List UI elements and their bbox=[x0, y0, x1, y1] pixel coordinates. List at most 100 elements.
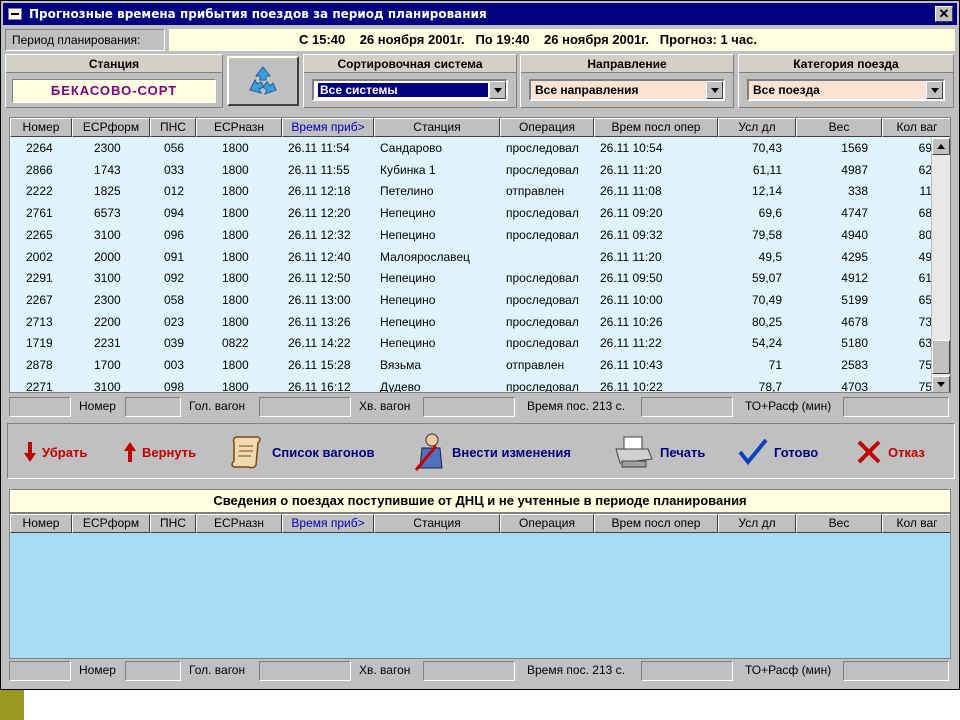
table-row[interactable]: 2761 6573 094 1800 26.11 12:20 Непецино просле… bbox=[10, 203, 932, 225]
cell-esr-dest: 0822 bbox=[222, 336, 249, 351]
cell-cond-length: 69,6 bbox=[758, 206, 782, 221]
chevron-down-icon[interactable] bbox=[926, 81, 943, 99]
wagon-list-button[interactable]: Список вагонов bbox=[228, 424, 375, 480]
table-row[interactable]: 2713 2200 023 1800 26.11 13:26 Непецино просле… bbox=[10, 312, 932, 334]
main-window: Прогнозные времена прибытия поездов за п… bbox=[0, 0, 960, 690]
trains-header-col-number[interactable]: Номер bbox=[10, 118, 72, 137]
cell-operation: проследовал bbox=[506, 314, 579, 329]
status-to-rasf-box bbox=[843, 661, 949, 681]
refresh-button[interactable] bbox=[227, 56, 299, 106]
dnc-header-col-number[interactable]: Номер bbox=[10, 514, 72, 533]
sort-system-select[interactable]: Все системы bbox=[312, 79, 508, 101]
cell-arrival-time: 26.11 12:40 bbox=[288, 249, 351, 264]
dnc-header-col-arrival-time[interactable]: Время приб> bbox=[282, 514, 374, 533]
table-row[interactable]: 2265 3100 096 1800 26.11 12:32 Непецино просле… bbox=[10, 225, 932, 247]
cell-wagon-count: 75 bbox=[918, 358, 932, 372]
cell-station: Вязьма bbox=[380, 358, 422, 372]
table-row[interactable]: 2866 1743 033 1800 26.11 11:55 Кубинка 1 просл… bbox=[10, 160, 932, 182]
trains-header-col-wagon-count[interactable]: Кол ваг bbox=[882, 118, 950, 137]
dnc-header-col-esr-form[interactable]: ЕСРформ bbox=[72, 514, 150, 533]
print-label: Печать bbox=[660, 444, 706, 460]
cell-esr-dest: 1800 bbox=[222, 184, 249, 199]
done-button[interactable]: Готово bbox=[738, 424, 818, 480]
table-row[interactable]: 2291 3100 092 1800 26.11 12:50 Непецино просле… bbox=[10, 268, 932, 290]
apply-changes-label: Внести изменения bbox=[452, 444, 571, 460]
dnc-header-col-last-op-time[interactable]: Врем посл опер bbox=[594, 514, 718, 533]
table-row[interactable]: 2002 2000 091 1800 26.11 12:40 Малоярославец 2… bbox=[10, 247, 932, 269]
cell-arrival-time: 26.11 12:32 bbox=[288, 227, 351, 242]
dnc-header-col-operation[interactable]: Операция bbox=[500, 514, 594, 533]
table-row[interactable]: 2264 2300 056 1800 26.11 11:54 Сандарово просл… bbox=[10, 138, 932, 160]
remove-button[interactable]: Убрать bbox=[24, 424, 87, 480]
status-tail-wagon-box bbox=[423, 397, 515, 417]
dnc-header-col-esr-dest[interactable]: ЕСРназн bbox=[196, 514, 282, 533]
trains-header-col-esr-dest[interactable]: ЕСРназн bbox=[196, 118, 282, 137]
close-button[interactable]: ✕ bbox=[935, 6, 953, 22]
trains-header-col-operation[interactable]: Операция bbox=[500, 118, 594, 137]
scroll-down-icon[interactable] bbox=[932, 376, 950, 392]
dnc-header-col-cond-length[interactable]: Усл дл bbox=[718, 514, 796, 533]
cell-esr-form: 1743 bbox=[94, 162, 121, 177]
title-bar[interactable]: Прогнозные времена прибытия поездов за п… bbox=[3, 3, 957, 25]
apply-changes-button[interactable]: Внести изменения bbox=[412, 424, 571, 480]
trains-header-col-arrival-time[interactable]: Время приб> bbox=[282, 118, 374, 137]
system-menu-icon[interactable] bbox=[8, 8, 22, 20]
cell-esr-form: 1825 bbox=[94, 184, 121, 199]
dnc-trains-grid[interactable]: Номер ЕСРформ ПНС ЕСРназн Время приб> Станция… bbox=[9, 513, 951, 659]
cell-number: 2271 bbox=[26, 379, 53, 393]
trains-grid[interactable]: Номер ЕСРформ ПНС ЕСРназн Время приб> Станция… bbox=[9, 117, 951, 393]
direction-select[interactable]: Все направления bbox=[529, 79, 725, 101]
status-number-box bbox=[125, 661, 181, 681]
table-row[interactable]: 2267 2300 058 1800 26.11 13:00 Непецино просле… bbox=[10, 290, 932, 312]
dnc-header-col-station[interactable]: Станция bbox=[374, 514, 500, 533]
trains-header-col-cond-length[interactable]: Усл дл bbox=[718, 118, 796, 137]
cell-station: Малоярославец bbox=[380, 249, 470, 264]
cell-operation: проследовал bbox=[506, 162, 579, 177]
restore-button[interactable]: Вернуть bbox=[124, 424, 196, 480]
scroll-up-icon[interactable] bbox=[932, 138, 950, 155]
cell-last-op-time: 26.11 09:32 bbox=[600, 227, 663, 242]
vertical-scrollbar[interactable] bbox=[931, 138, 950, 392]
cell-last-op-time: 26.11 10:26 bbox=[600, 314, 663, 329]
cell-station: Непецино bbox=[380, 206, 436, 221]
cell-cond-length: 78,7 bbox=[758, 379, 782, 393]
cell-pns: 012 bbox=[164, 184, 185, 199]
sort-system-value: Все системы bbox=[318, 83, 488, 97]
status-number-label: Номер bbox=[79, 663, 116, 677]
print-button[interactable]: Печать bbox=[614, 424, 705, 480]
status-bar-bottom: Номер Гол. вагон Хв. вагон Время пос. 21… bbox=[9, 661, 951, 681]
cell-esr-form: 3100 bbox=[94, 271, 121, 286]
direction-label: Направление bbox=[521, 55, 733, 73]
table-row[interactable]: 2271 3100 098 1800 26.11 16:12 Дудево проследо… bbox=[10, 377, 932, 393]
category-select[interactable]: Все поезда bbox=[747, 79, 945, 101]
trains-header-col-pns[interactable]: ПНС bbox=[150, 118, 196, 137]
scroll-thumb[interactable] bbox=[932, 340, 950, 374]
table-row[interactable]: 2878 1700 003 1800 26.11 15:28 Вязьма отправле… bbox=[10, 355, 932, 377]
trains-header-col-last-op-time[interactable]: Врем посл опер bbox=[594, 118, 718, 137]
table-row[interactable]: 1719 2231 039 0822 26.11 14:22 Непецино просле… bbox=[10, 333, 932, 355]
dnc-header-col-wagon-count[interactable]: Кол ваг bbox=[882, 514, 950, 533]
trains-header-col-station[interactable]: Станция bbox=[374, 118, 500, 137]
cell-station: Сандарово bbox=[380, 141, 443, 155]
trains-header-col-weight[interactable]: Вес bbox=[796, 118, 882, 137]
status-time-box bbox=[641, 397, 733, 417]
cancel-button[interactable]: Отказ bbox=[856, 424, 925, 480]
cell-station: Кубинка 1 bbox=[380, 162, 436, 177]
dnc-header-col-pns[interactable]: ПНС bbox=[150, 514, 196, 533]
table-row[interactable]: 2222 1825 012 1800 26.11 12:18 Петелино отправ… bbox=[10, 181, 932, 203]
direction-value: Все направления bbox=[535, 83, 639, 97]
cell-operation: проследовал bbox=[506, 292, 579, 307]
cell-wagon-count: 65 bbox=[918, 292, 932, 307]
cell-wagon-count: 69 bbox=[918, 141, 932, 155]
dnc-header-col-weight[interactable]: Вес bbox=[796, 514, 882, 533]
cell-last-op-time: 26.11 11:20 bbox=[600, 162, 662, 177]
cell-number: 2713 bbox=[26, 314, 53, 329]
cell-pns: 096 bbox=[164, 227, 185, 242]
wagon-list-label: Список вагонов bbox=[272, 444, 375, 460]
chevron-down-icon[interactable] bbox=[489, 81, 506, 99]
cell-pns: 058 bbox=[164, 292, 185, 307]
trains-header-col-esr-form[interactable]: ЕСРформ bbox=[72, 118, 150, 137]
cell-cond-length: 70,49 bbox=[751, 292, 782, 307]
printer-icon bbox=[615, 436, 653, 468]
chevron-down-icon[interactable] bbox=[706, 81, 723, 99]
